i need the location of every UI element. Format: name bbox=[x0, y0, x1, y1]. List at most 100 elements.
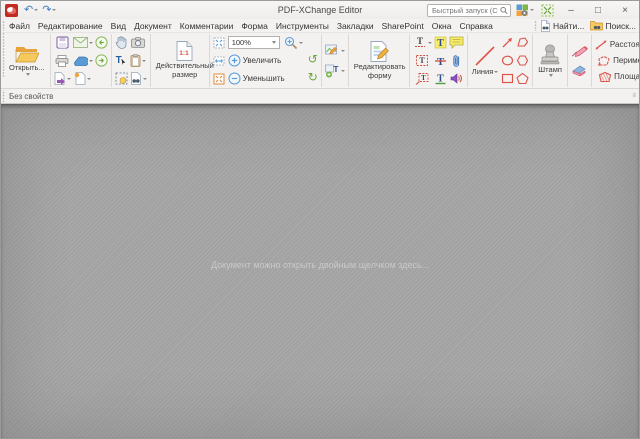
snapshot-button[interactable] bbox=[129, 34, 148, 51]
actual-size-button[interactable]: 1:1 Действительный размер bbox=[153, 34, 217, 87]
maximize-button[interactable]: □ bbox=[586, 2, 610, 18]
menu-help[interactable]: Справка bbox=[455, 21, 496, 31]
rectangle-tool-button[interactable] bbox=[500, 70, 515, 87]
menu-sharepoint[interactable]: SharePoint bbox=[378, 21, 428, 31]
perimeter-tool-button[interactable]: Периметр bbox=[597, 53, 639, 69]
speaker-icon bbox=[450, 72, 463, 85]
perimeter-icon bbox=[597, 55, 611, 67]
forward-arrow-icon bbox=[95, 54, 108, 67]
line-tool-button[interactable]: Линия bbox=[470, 34, 501, 87]
scan-button[interactable] bbox=[72, 52, 94, 69]
eraser-tool-button[interactable] bbox=[570, 62, 588, 79]
arrow-icon bbox=[501, 36, 514, 49]
stamp-button[interactable]: Штамп bbox=[535, 34, 565, 87]
document-area[interactable]: Документ можно открыть двойным щелчком з… bbox=[1, 104, 639, 438]
minimize-button[interactable]: – bbox=[559, 2, 583, 18]
go-back-button[interactable] bbox=[94, 34, 109, 51]
stamp-icon bbox=[539, 44, 561, 65]
measure-group: Расстояние Периметр Площадь bbox=[593, 33, 639, 88]
search-document-button[interactable] bbox=[129, 70, 148, 87]
add-text-button[interactable]: T bbox=[324, 62, 346, 79]
search-button[interactable]: Поиск... bbox=[587, 20, 639, 31]
menu-bookmarks[interactable]: Закладки bbox=[333, 21, 378, 31]
pencil-tool-button[interactable] bbox=[570, 42, 589, 59]
close-button[interactable]: × bbox=[613, 2, 637, 18]
open-document-hint: Документ можно открыть двойным щелчком з… bbox=[1, 260, 639, 270]
fullscreen-button[interactable] bbox=[539, 4, 556, 17]
menu-form[interactable]: Форма bbox=[237, 21, 272, 31]
undo-button[interactable]: ↶ bbox=[22, 5, 40, 16]
app-window: ↶ ↷ PDF-XChange Editor bbox=[0, 0, 640, 439]
email-button[interactable] bbox=[72, 34, 94, 51]
select-text-button[interactable]: T bbox=[114, 52, 129, 69]
zoom-tool-button[interactable] bbox=[283, 34, 304, 51]
redo-button[interactable]: ↷ bbox=[40, 5, 58, 16]
quick-launch-input[interactable] bbox=[430, 5, 500, 16]
menu-document[interactable]: Документ bbox=[130, 21, 176, 31]
eraser-icon bbox=[571, 65, 587, 76]
menu-tools[interactable]: Инструменты bbox=[272, 21, 333, 31]
actual-size-group: 1:1 Действительный размер bbox=[152, 33, 208, 88]
zoom-level-combobox[interactable]: 100% bbox=[228, 36, 280, 49]
find-button[interactable]: Найти... bbox=[537, 20, 587, 32]
fit-page-button[interactable] bbox=[212, 34, 226, 51]
hand-tool-button[interactable] bbox=[114, 34, 129, 51]
save-icon bbox=[56, 36, 69, 49]
camera-icon bbox=[131, 37, 145, 48]
arrow-tool-button[interactable] bbox=[500, 34, 515, 51]
distance-tool-button[interactable]: Расстояние bbox=[594, 37, 639, 53]
save-button[interactable] bbox=[53, 34, 72, 51]
select-area-icon bbox=[115, 72, 128, 85]
menu-edit[interactable]: Редактирование bbox=[34, 21, 107, 31]
customize-dropdown-caret bbox=[530, 9, 534, 11]
paste-button[interactable] bbox=[129, 52, 148, 69]
callout-tool-button[interactable]: T bbox=[412, 70, 433, 87]
new-document-icon bbox=[74, 72, 86, 85]
propsbar-drag-handle[interactable] bbox=[1, 90, 5, 101]
fit-width-button[interactable] bbox=[212, 52, 226, 69]
sound-comment-button[interactable] bbox=[448, 70, 465, 87]
polyline-tool-button[interactable] bbox=[515, 34, 530, 51]
customize-ui-button[interactable] bbox=[514, 4, 536, 17]
rotate-ccw-button[interactable]: ↺ bbox=[307, 51, 319, 68]
attach-file-button[interactable] bbox=[448, 52, 465, 69]
select-comments-button[interactable] bbox=[114, 70, 129, 87]
menu-view[interactable]: Вид bbox=[107, 21, 130, 31]
print-button[interactable] bbox=[53, 52, 72, 69]
zoom-tool-dropdown-caret bbox=[299, 42, 303, 44]
zoom-out-icon bbox=[228, 72, 241, 85]
edit-content-button[interactable] bbox=[324, 42, 346, 59]
open-button[interactable]: Открыть... bbox=[6, 34, 48, 87]
go-forward-button[interactable] bbox=[94, 52, 109, 69]
hexagon-tool-button[interactable] bbox=[515, 52, 530, 69]
area-tool-button[interactable]: Площадь bbox=[598, 69, 639, 85]
zoom-level-value: 100% bbox=[232, 38, 251, 47]
quick-launch-search[interactable] bbox=[427, 4, 511, 17]
fit-visible-button[interactable] bbox=[212, 70, 226, 87]
edit-form-button[interactable]: Редактировать форму bbox=[351, 34, 409, 87]
menu-windows[interactable]: Окна bbox=[428, 21, 456, 31]
perimeter-label: Периметр bbox=[613, 56, 639, 65]
paste-dropdown-caret bbox=[142, 60, 146, 62]
menu-file[interactable]: Файл bbox=[5, 21, 34, 31]
pentagon-tool-button[interactable] bbox=[515, 70, 530, 87]
sticky-note-button[interactable] bbox=[448, 34, 465, 51]
rotate-cw-button[interactable]: ↻ bbox=[307, 69, 319, 86]
svg-text:T: T bbox=[437, 38, 444, 49]
typewriter-tool-button[interactable]: T bbox=[412, 34, 433, 51]
line-icon bbox=[474, 45, 496, 67]
menu-comments[interactable]: Комментарии bbox=[176, 21, 238, 31]
svg-text:T: T bbox=[333, 65, 338, 74]
zoom-out-button[interactable]: Уменьшить bbox=[228, 70, 304, 87]
export-button[interactable] bbox=[53, 70, 72, 87]
new-document-button[interactable] bbox=[72, 70, 94, 87]
highlight-text-button[interactable]: T bbox=[433, 34, 448, 51]
ellipse-icon bbox=[501, 54, 514, 67]
edit-form-icon bbox=[369, 41, 391, 62]
zoom-in-button[interactable]: Увеличить bbox=[228, 52, 304, 69]
strikeout-text-button[interactable]: T bbox=[433, 52, 448, 69]
propsbar-overflow-button[interactable]: ≡ bbox=[632, 93, 636, 99]
ellipse-tool-button[interactable] bbox=[500, 52, 515, 69]
text-box-tool-button[interactable]: T bbox=[412, 52, 433, 69]
underline-text-button[interactable]: T bbox=[433, 70, 448, 87]
